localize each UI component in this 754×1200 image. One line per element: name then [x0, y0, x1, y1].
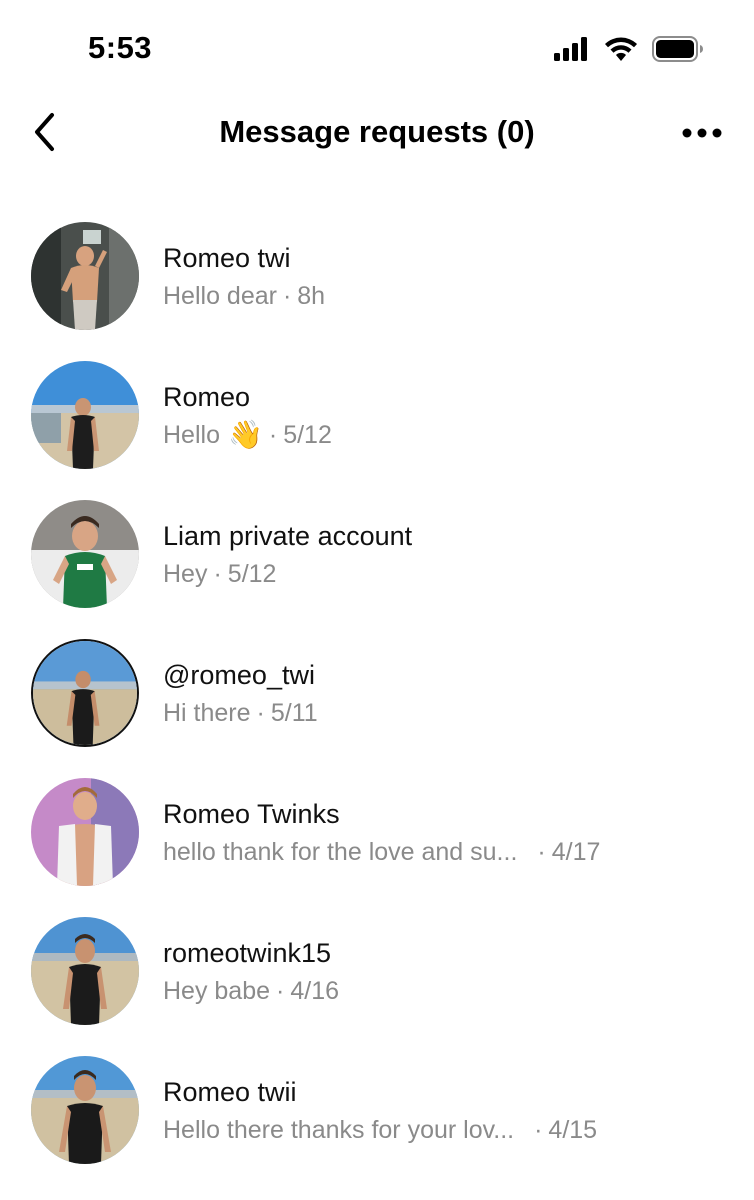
message-preview: Hey babe	[163, 977, 271, 1005]
message-preview: Hello there thanks for your lov...	[163, 1116, 515, 1144]
message-preview-line: Hey · 5/12	[163, 554, 734, 594]
sender-name: Romeo twi	[163, 243, 291, 273]
status-bar: 5:53	[0, 0, 754, 100]
message-time: 4/15	[548, 1116, 598, 1144]
message-time: 5/12	[227, 560, 277, 588]
avatar	[31, 1056, 139, 1164]
wifi-icon	[604, 36, 638, 67]
message-time: 4/17	[551, 838, 601, 866]
avatar	[31, 361, 139, 469]
sender-name: Romeo	[163, 382, 251, 412]
status-time: 5:53	[88, 30, 153, 65]
request-text: Romeo twii Hello there thanks for your l…	[163, 1074, 734, 1150]
separator-dot: ·	[213, 560, 222, 588]
message-time: 5/12	[283, 421, 332, 449]
request-row[interactable]: Romeo twi Hello dear · 8h	[0, 206, 754, 345]
message-preview: Hello dear	[163, 282, 277, 310]
avatar	[31, 222, 139, 330]
request-row[interactable]: Romeo Twinks hello thank for the love an…	[0, 762, 754, 901]
header: Message requests (0)	[0, 100, 754, 170]
separator-dot: ·	[276, 977, 285, 1005]
cellular-signal-icon	[554, 37, 590, 66]
separator-dot: ·	[256, 699, 265, 727]
separator-dot: ·	[282, 282, 292, 310]
request-text: @romeo_twi Hi there · 5/11	[163, 657, 734, 733]
request-text: romeotwink15 Hey babe · 4/16	[163, 935, 734, 1011]
request-row[interactable]: Romeo Hello 👋 · 5/12	[0, 345, 754, 484]
message-preview-line: hello thank for the love and su... · 4/1…	[163, 832, 734, 872]
separator-dot: ·	[537, 838, 546, 866]
sender-name: Liam private account	[163, 521, 413, 551]
status-icons	[554, 36, 704, 67]
request-row[interactable]: Liam private account Hey · 5/12	[0, 484, 754, 623]
separator-dot: ·	[268, 421, 278, 449]
request-text: Romeo Twinks hello thank for the love an…	[163, 796, 734, 872]
avatar	[31, 917, 139, 1025]
request-row[interactable]: Romeo twii Hello there thanks for your l…	[0, 1040, 754, 1179]
avatar	[31, 500, 139, 608]
request-row[interactable]: @romeo_twi Hi there · 5/11	[0, 623, 754, 762]
message-preview: hello thank for the love and su...	[163, 838, 518, 866]
request-text: Romeo twi Hello dear · 8h	[163, 240, 734, 316]
request-row[interactable]: romeotwink15 Hey babe · 4/16	[0, 901, 754, 1040]
message-time: 5/11	[270, 699, 318, 727]
message-preview: Hi there	[163, 699, 251, 727]
avatar	[31, 639, 139, 747]
waving-hand-emoji: 👋	[227, 419, 263, 450]
message-preview-line: Hi there · 5/11	[163, 693, 734, 733]
separator-dot: ·	[534, 1116, 543, 1144]
avatar	[31, 778, 139, 886]
sender-name: @romeo_twi	[163, 660, 315, 690]
request-text: Romeo Hello 👋 · 5/12	[163, 379, 734, 455]
message-preview: Hey	[163, 560, 208, 588]
sender-name: romeotwink15	[163, 938, 332, 968]
sender-name: Romeo Twinks	[163, 799, 340, 829]
page-title: Message requests (0)	[219, 114, 535, 149]
more-horizontal-icon	[682, 125, 722, 143]
request-text: Liam private account Hey · 5/12	[163, 518, 734, 594]
message-preview-line: Hello dear · 8h	[163, 276, 734, 316]
sender-name: Romeo twii	[163, 1077, 297, 1107]
message-preview-line: Hello there thanks for your lov... · 4/1…	[163, 1110, 734, 1150]
message-time: 4/16	[290, 977, 340, 1005]
message-request-list: Romeo twi Hello dear · 8h Romeo Hello 👋 …	[0, 206, 754, 1179]
message-preview-line: Hello 👋 · 5/12	[163, 415, 734, 455]
more-options-button[interactable]	[680, 118, 724, 150]
message-preview: Hello	[163, 421, 220, 449]
message-preview-line: Hey babe · 4/16	[163, 971, 734, 1011]
message-time: 8h	[297, 282, 326, 310]
battery-icon	[652, 36, 704, 67]
